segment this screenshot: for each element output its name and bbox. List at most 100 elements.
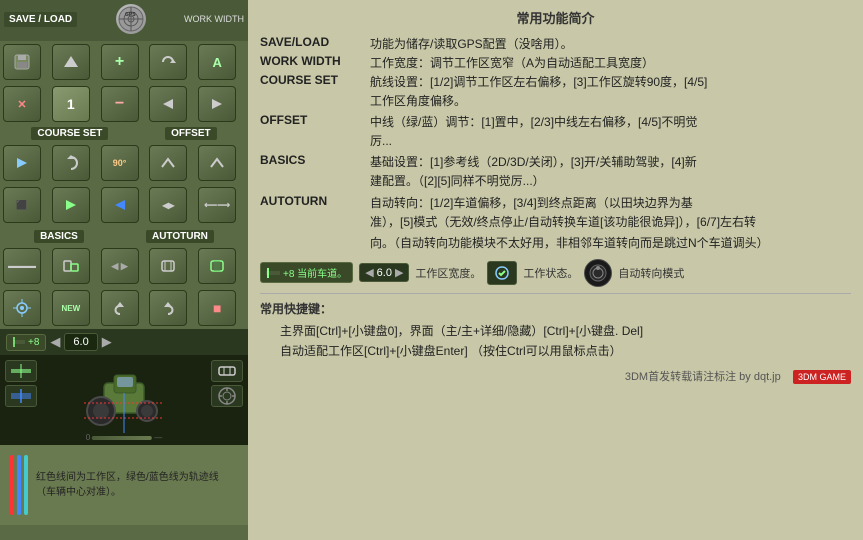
- btn-of1[interactable]: ⬛: [3, 187, 41, 223]
- btn-bas2[interactable]: [52, 248, 90, 284]
- footer-credit: 3DM首发转载请注标注 by dqt.jp 3DM GAME: [260, 368, 851, 384]
- btn-cs2[interactable]: [52, 145, 90, 181]
- width-display: 6.0: [64, 333, 97, 351]
- info-row-saveload: SAVE/LOAD 功能为储存/读取GPS配置（没啥用）。: [260, 35, 851, 52]
- indent-courseset: 工作区角度偏移。: [260, 92, 851, 111]
- key-autoturn: AUTOTURN: [260, 194, 370, 211]
- status-plus8: +8: [6, 334, 46, 351]
- btn-save1[interactable]: [3, 44, 41, 80]
- bottom-info: 红色线间为工作区，绿色/蓝色线为轨迹线（车辆中心对准）。: [0, 445, 248, 525]
- width-desc: 工作区宽度。: [415, 265, 481, 281]
- autoturn-mode-box: [584, 259, 612, 287]
- bottom-description: 红色线间为工作区，绿色/蓝色线为轨迹线（车辆中心对准）。: [36, 470, 238, 500]
- val-basics: 基础设置：[1]参考线（2D/3D/关闭），[3]开/关辅助驾驶，[4]新: [370, 153, 851, 170]
- info-row-basics: BASICS 基础设置：[1]参考线（2D/3D/关闭），[3]开/关辅助驾驶，…: [260, 153, 851, 170]
- btn-at1[interactable]: ◀ ▶: [101, 248, 139, 284]
- btn-of3[interactable]: [101, 187, 139, 223]
- status-bar: +8 ◀ 6.0 ▶: [0, 329, 248, 355]
- btn-grid-row5: ▬▬▬▬ ◀ ▶: [0, 245, 248, 287]
- btn-bas1[interactable]: ▬▬▬▬: [3, 248, 41, 284]
- btn-sat[interactable]: [3, 290, 41, 326]
- val-workwidth: 工作宽度：调节工作区宽窄（A为自动适配工具宽度）: [370, 54, 851, 71]
- btn-new[interactable]: NEW: [52, 290, 90, 326]
- btn-plus[interactable]: +: [101, 44, 139, 80]
- shortcut1-text: 主界面[Ctrl]+[小键盘0]，界面（主/主+详细/隐藏）[Ctrl]+[小键…: [260, 324, 643, 338]
- ruler: 0 —: [86, 433, 162, 442]
- width-val: 6.0: [377, 267, 392, 279]
- left-panel: SAVE / LOAD GPS WORK WIDTH +: [0, 0, 248, 540]
- arrow-left-icon: ◀: [50, 334, 60, 350]
- btn-turn1[interactable]: [101, 290, 139, 326]
- plus8-status: +8 当前车道。: [283, 265, 347, 280]
- shortcut2: 自动适配工作区[Ctrl]+[小键盘Enter] （按住Ctrl可以用鼠标点击）: [260, 341, 851, 361]
- btn-minus[interactable]: −: [101, 86, 139, 122]
- gps-header: SAVE / LOAD GPS WORK WIDTH: [4, 4, 244, 34]
- key-saveload: SAVE/LOAD: [260, 35, 370, 52]
- btn-up[interactable]: [52, 44, 90, 80]
- work-icons-left: [5, 360, 37, 407]
- btn-a[interactable]: A: [198, 44, 236, 80]
- basics-label: BASICS: [34, 230, 84, 243]
- work-icon-1: [5, 360, 37, 382]
- current-lane-box: +8 当前车道。: [260, 262, 353, 283]
- btn-at2[interactable]: [149, 248, 187, 284]
- info-row-autoturn: AUTOTURN 自动转向：[1/2]车道偏移，[3/4]到终点距离（以田块边界…: [260, 194, 851, 211]
- info-row-offset: OFFSET 中线（绿/蓝）调节：[1]置中，[2/3]中线左右偏移，[4/5]…: [260, 113, 851, 130]
- indent-autoturn: 准），[5]模式（无效/终点停止/自动转换车道[该功能很诡异]），[6/7]左右…: [260, 213, 851, 232]
- info-row-courseset: COURSE SET 航线设置：[1/2]调节工作区左右偏移，[3]工作区旋转9…: [260, 73, 851, 90]
- autoturn-label: AUTOTURN: [146, 230, 214, 243]
- svg-text:GPS: GPS: [125, 12, 136, 18]
- btn-cs5[interactable]: [198, 145, 236, 181]
- btn-num1[interactable]: 1: [52, 86, 90, 122]
- red-line: [10, 455, 14, 515]
- gps-logo: GPS: [116, 4, 146, 34]
- btn-left-arr[interactable]: [149, 86, 187, 122]
- btn-of5[interactable]: ⟵⟶: [198, 187, 236, 223]
- btn-turn2[interactable]: [149, 290, 187, 326]
- info-row-workwidth: WORK WIDTH 工作宽度：调节工作区宽窄（A为自动适配工具宽度）: [260, 54, 851, 71]
- work-width-label: WORK WIDTH: [184, 14, 244, 24]
- btn-cs4[interactable]: [149, 145, 187, 181]
- val-autoturn: 自动转向：[1/2]车道偏移，[3/4]到终点距离（以田块边界为基: [370, 194, 851, 211]
- btn-of2[interactable]: [52, 187, 90, 223]
- btn-right-arr[interactable]: [198, 86, 236, 122]
- autoturn-mode-desc: 自动转向模式: [618, 265, 684, 281]
- val-courseset: 航线设置：[1/2]调节工作区左右偏移，[3]工作区旋转90度，[4/5]: [370, 73, 851, 90]
- shortcut-section: 常用快捷键： 主界面[Ctrl]+[小键盘0]，界面（主/主+详细/隐藏）[Ct…: [260, 293, 851, 362]
- btn-grid-row1: + A: [0, 41, 248, 83]
- btn-cs1[interactable]: [3, 145, 41, 181]
- blue-line: [17, 455, 21, 515]
- right-title: 常用功能简介: [260, 8, 851, 27]
- btn-cs3[interactable]: 90°: [101, 145, 139, 181]
- work-icon-3: [211, 360, 243, 382]
- btn-grid-row2: ✕ 1 −: [0, 83, 248, 125]
- btn-stop[interactable]: ■: [198, 290, 236, 326]
- btn-cross[interactable]: ✕: [3, 86, 41, 122]
- btn-rotate-cw[interactable]: [149, 44, 187, 80]
- btn-grid-row4: ⬛ ◀▶ ⟵⟶: [0, 184, 248, 226]
- btn-of4[interactable]: ◀▶: [149, 187, 187, 223]
- arrow-right-icon: ▶: [102, 334, 112, 350]
- shortcuts-title: 常用快捷键：: [260, 300, 851, 317]
- status-icons-row: +8 当前车道。 ◀ 6.0 ▶ 工作区宽度。 工作状态。 自动转向模式: [260, 259, 851, 287]
- save-load-label: SAVE / LOAD: [4, 12, 77, 27]
- indent-offset: 厉...: [260, 132, 851, 151]
- btn-grid-row6: NEW ■: [0, 287, 248, 329]
- key-courseset: COURSE SET: [260, 73, 370, 90]
- offset-label: OFFSET: [165, 127, 216, 140]
- section-labels-1: COURSE SET OFFSET: [0, 125, 248, 142]
- gps-top-section: SAVE / LOAD GPS WORK WIDTH: [0, 0, 248, 41]
- width-box: ◀ 6.0 ▶: [359, 263, 409, 282]
- color-lines: [10, 455, 28, 515]
- work-status-desc: 工作状态。: [523, 265, 578, 281]
- key-offset: OFFSET: [260, 113, 370, 130]
- work-icon-2: [5, 385, 37, 407]
- work-icons-right: [211, 360, 243, 407]
- btn-at3[interactable]: [198, 248, 236, 284]
- section-labels-2: BASICS AUTOTURN: [0, 228, 248, 245]
- key-basics: BASICS: [260, 153, 370, 170]
- work-status-box: [487, 261, 517, 285]
- course-set-label: COURSE SET: [31, 127, 108, 140]
- indent2-autoturn: 向。（自动转向功能模块不太好用，非相邻车道转向而是跳过N个车道调头）: [260, 234, 851, 253]
- arrow-l: ◀: [365, 266, 373, 279]
